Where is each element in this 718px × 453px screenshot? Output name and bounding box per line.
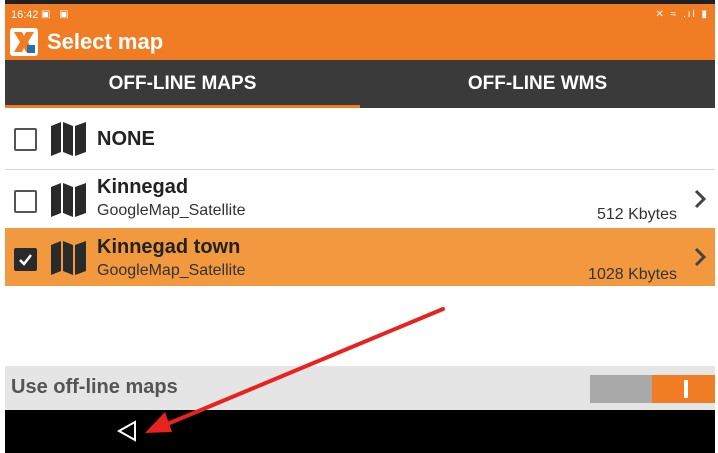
- map-icon: [51, 122, 86, 156]
- checkbox-none[interactable]: [14, 128, 37, 151]
- map-name: Kinnegad town: [97, 236, 241, 258]
- checkbox-kinnegad[interactable]: [14, 190, 37, 213]
- navigation-bar: [5, 410, 715, 453]
- map-source: GoogleMap_Satellite: [97, 262, 246, 279]
- app-frame: 16:42 ▣ ▣ ✕ ≈ .ıl ▮ Select map OFF-LINE …: [5, 0, 715, 453]
- map-name: Kinnegad: [97, 176, 189, 198]
- map-source: GoogleMap_Satellite: [97, 202, 246, 219]
- list-item-none[interactable]: NONE: [5, 108, 715, 170]
- checkbox-kinnegad-town[interactable]: [14, 248, 37, 271]
- back-icon[interactable]: [115, 419, 139, 443]
- page-title: Select map: [47, 29, 164, 54]
- app-logo-icon: [10, 28, 38, 56]
- status-time: 16:42: [11, 9, 39, 21]
- map-name: NONE: [97, 128, 155, 150]
- map-icon: [51, 183, 86, 217]
- chevron-right-icon[interactable]: [693, 246, 707, 268]
- map-size: 1028 Kbytes: [588, 266, 677, 283]
- list-item-kinnegad[interactable]: Kinnegad GoogleMap_Satellite 512 Kbytes: [5, 170, 715, 229]
- app-bar: Select map: [5, 26, 715, 60]
- offline-maps-toggle[interactable]: [590, 375, 715, 403]
- notification-icons: ▣ ▣: [41, 9, 72, 20]
- offline-maps-label: Use off-line maps: [11, 376, 178, 398]
- map-size: 512 Kbytes: [596, 206, 677, 223]
- signal-battery-icons: ✕ ≈ .ıl ▮: [655, 9, 709, 20]
- toggle-track-off: [590, 375, 652, 403]
- toggle-thumb[interactable]: [684, 380, 688, 398]
- tab-bar: OFF-LINE MAPS OFF-LINE WMS: [5, 60, 715, 108]
- tab-offline-wms[interactable]: OFF-LINE WMS: [360, 60, 715, 108]
- tab-offline-maps[interactable]: OFF-LINE MAPS: [5, 60, 360, 108]
- offline-maps-bar: Use off-line maps: [5, 366, 715, 410]
- chevron-right-icon[interactable]: [693, 188, 707, 210]
- map-icon: [51, 241, 86, 275]
- check-icon: [19, 254, 32, 266]
- list-item-kinnegad-town[interactable]: Kinnegad town GoogleMap_Satellite 1028 K…: [5, 228, 715, 286]
